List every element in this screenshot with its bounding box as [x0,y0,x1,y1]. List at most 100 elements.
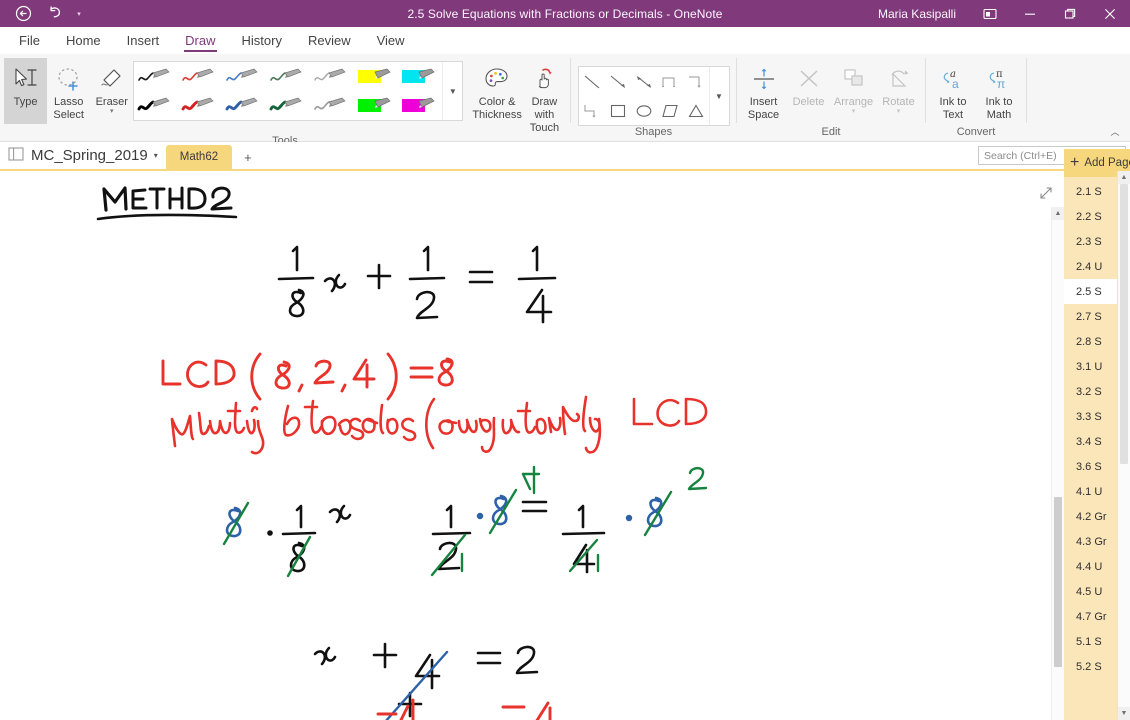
close-icon[interactable] [1090,0,1130,27]
ink-work-line [222,465,708,718]
pen-gallery-more-chevron-down-icon[interactable]: ▼ [442,62,462,120]
ink-to-math-button[interactable]: π π Ink to Math [976,58,1022,124]
tab-file[interactable]: File [6,28,53,54]
shape-gallery: ▼ [577,66,730,126]
section-tab-math62[interactable]: Math62 [165,145,233,169]
title-bar: ▾ 2.5 Solve Equations with Fractions or … [0,0,1130,27]
back-circle-icon[interactable] [8,1,38,26]
type-tool-button[interactable]: Type [4,58,48,124]
note-canvas[interactable]: ▲ [0,169,1064,720]
tab-review[interactable]: Review [295,28,364,54]
ribbon-collapse-chevron-up-icon[interactable]: ︿ [1106,123,1124,139]
eraser-button[interactable]: Eraser ▾ [90,58,133,124]
ink-to-math-icon: π π [984,64,1014,94]
pen-blue-thick[interactable] [222,91,266,120]
ribbon-group-convert: a a Ink to Text π π Ink to Math Convert [926,54,1026,141]
canvas-vertical-scrollbar[interactable]: ▲ [1051,207,1064,720]
canvas-scroll-up-arrow[interactable]: ▲ [1052,207,1064,220]
tab-insert[interactable]: Insert [114,28,173,54]
lasso-select-button[interactable]: Lasso Select [47,58,90,124]
insert-space-label-line1: Insert [749,96,778,108]
pen-blue-thin[interactable] [222,62,266,91]
tab-history[interactable]: History [229,28,295,54]
workspace: ▲ + Add Page 2.1 S 2.2 S 2.3 S 2.4 U 2.5… [0,149,1130,720]
pen-gallery-grid [134,62,442,120]
type-cursor-icon [12,64,40,94]
pen-grey-thin[interactable] [310,62,354,91]
notebook-icon [8,146,25,165]
restore-icon[interactable] [1050,0,1090,27]
elbow-connector-shape[interactable] [657,67,683,96]
page-scroll-up-arrow[interactable]: ▲ [1118,171,1130,184]
notebook-bar: MC_Spring_2019 ▾ Math62 + Search (Ctrl+E… [0,142,1130,169]
draw-with-touch-label-line1: Draw with [531,96,558,121]
rotate-button: Rotate ▾ [876,58,921,124]
insert-space-icon [750,64,778,94]
ink-instruction-line [170,395,708,455]
arrow-shape[interactable] [605,67,631,96]
page-scroll-down-arrow[interactable]: ▼ [1118,707,1130,720]
rotate-dropdown-caret: ▾ [896,108,901,115]
parallelogram-shape[interactable] [657,96,683,125]
elbow-arrow-shape[interactable] [683,67,709,96]
pen-black-thick[interactable] [134,91,178,120]
oval-shape[interactable] [631,96,657,125]
svg-text:a: a [952,77,959,91]
highlighter-yellow[interactable] [354,62,398,91]
tab-home[interactable]: Home [53,28,114,54]
pen-green-thin[interactable] [266,62,310,91]
ink-heading-method-2 [96,186,238,221]
rectangle-shape[interactable] [605,96,631,125]
page-scroll-thumb[interactable] [1120,184,1128,464]
quick-access-toolbar: ▾ [0,1,86,26]
minimize-icon[interactable] [1010,0,1050,27]
color-thickness-label-line2: Thickness [472,109,522,121]
ink-drawing-layer [96,186,708,720]
eraser-label: Eraser [95,96,128,108]
page-list-scrollbar[interactable]: ▲ ▼ [1117,171,1130,720]
highlighter-cyan[interactable] [398,62,442,91]
pen-black-thin[interactable] [134,62,178,91]
pen-red-thick[interactable] [178,91,222,120]
lasso-select-icon [55,64,83,94]
triangle-shape[interactable] [683,96,709,125]
highlighter-green[interactable] [354,91,398,120]
canvas-scroll-thumb[interactable] [1054,497,1062,667]
pen-gallery: ▼ [133,61,464,121]
account-name[interactable]: Maria Kasipalli [878,7,970,21]
color-palette-icon [483,64,511,94]
expand-diagonal-icon[interactable] [1038,185,1054,201]
pen-red-thin[interactable] [178,62,222,91]
add-section-button[interactable]: + [232,145,264,169]
ribbon-group-edit: Insert Space Delete Arrange ▾ Rotate ▾ E… [737,54,925,141]
tab-view[interactable]: View [364,28,418,54]
shape-gallery-more-chevron-down-icon[interactable]: ▼ [708,67,729,125]
plus-icon: + [1070,154,1080,171]
draw-with-touch-button[interactable]: Draw with Touch [523,58,566,135]
ink-to-text-icon: a a [938,64,968,94]
title-bar-right: Maria Kasipalli [878,0,1130,27]
notebook-selector[interactable]: MC_Spring_2019 ▾ [0,142,166,169]
ribbon-group-label-shapes: Shapes [634,126,673,138]
ink-to-text-label-line2: Text [942,109,964,121]
arrange-icon [840,64,868,94]
qat-dropdown-caret[interactable]: ▾ [72,1,86,26]
pen-grey-thick[interactable] [310,91,354,120]
ink-equation-1 [277,245,557,324]
draw-with-touch-icon [530,64,558,94]
tab-draw[interactable]: Draw [172,28,228,54]
double-arrow-shape[interactable] [631,67,657,96]
notebook-caret-icon[interactable]: ▾ [154,151,158,160]
insert-space-button[interactable]: Insert Space [741,58,786,124]
corner-connector-shape[interactable] [579,96,605,125]
color-thickness-button[interactable]: Color & Thickness [471,58,523,124]
undo-icon[interactable] [40,1,70,26]
pen-green-thick[interactable] [266,91,310,120]
notebook-name-label: MC_Spring_2019 [31,147,148,164]
line-shape[interactable] [579,67,605,96]
ribbon-display-options-icon[interactable] [970,0,1010,27]
ribbon-group-shapes: ▼ Shapes [571,54,736,141]
highlighter-magenta[interactable] [398,91,442,120]
eraser-dropdown-caret[interactable]: ▾ [110,108,114,115]
ink-to-text-button[interactable]: a a Ink to Text [930,58,976,124]
